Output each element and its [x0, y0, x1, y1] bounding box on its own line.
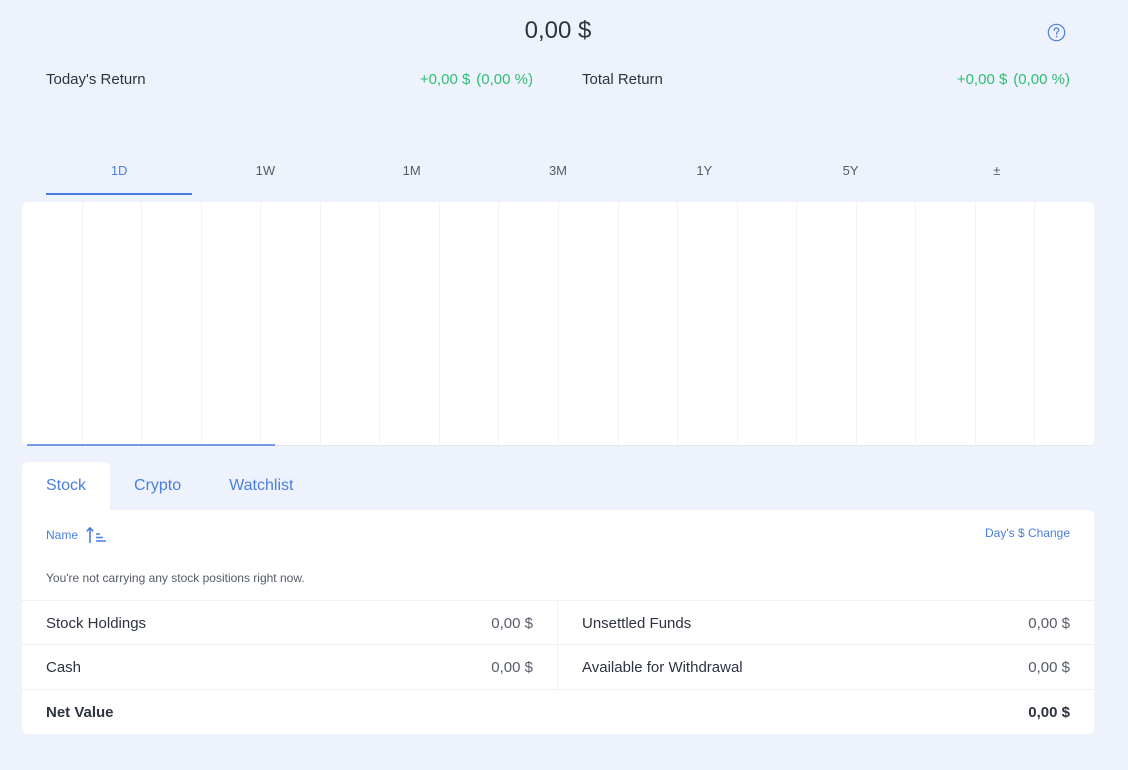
- tab-5y[interactable]: 5Y: [777, 150, 923, 195]
- portfolio-chart[interactable]: [22, 202, 1094, 446]
- empty-positions-message: You're not carrying any stock positions …: [46, 571, 305, 585]
- tab-watchlist[interactable]: Watchlist: [205, 462, 317, 510]
- total-return-amount: +0,00 $: [956, 71, 1008, 88]
- today-return-value: +0,00 $ (0,00 %): [380, 71, 533, 88]
- name-sort-header[interactable]: Name: [46, 526, 107, 544]
- today-return-amount: +0,00 $: [419, 71, 471, 88]
- net-value-label: Net Value: [46, 704, 114, 721]
- sort-ascending-icon: [86, 527, 107, 543]
- tab-stock[interactable]: Stock: [22, 462, 111, 510]
- divider: [22, 689, 1094, 690]
- name-header-label: Name: [46, 528, 79, 542]
- tab-3m[interactable]: 3M: [485, 150, 631, 195]
- total-return-percent: (0,00 %): [1013, 71, 1070, 88]
- column-divider: [557, 600, 558, 689]
- today-return-percent: (0,00 %): [476, 71, 533, 88]
- tab-1w[interactable]: 1W: [192, 150, 338, 195]
- total-return-value: +0,00 $ (0,00 %): [917, 71, 1070, 88]
- holdings-panel: Name Day's $ Change You're not carrying …: [22, 510, 1094, 734]
- day-change-header[interactable]: Day's $ Change: [985, 526, 1070, 540]
- stock-holdings-label: Stock Holdings: [46, 615, 147, 632]
- today-return-label: Today's Return: [46, 71, 146, 88]
- chart-canvas: [22, 202, 1094, 446]
- tab-1y[interactable]: 1Y: [631, 150, 777, 195]
- available-withdrawal-label: Available for Withdrawal: [582, 659, 743, 676]
- total-return-label: Total Return: [582, 71, 663, 88]
- tab-1m[interactable]: 1M: [339, 150, 485, 195]
- tab-custom-range[interactable]: ±: [924, 150, 1070, 195]
- tab-crypto[interactable]: Crypto: [110, 462, 205, 510]
- time-range-tabs: 1D 1W 1M 3M 1Y 5Y ±: [46, 150, 1070, 195]
- cash-label: Cash: [46, 659, 82, 676]
- stock-holdings-value: 0,00 $: [491, 615, 533, 632]
- divider: [22, 644, 1094, 645]
- unsettled-funds-label: Unsettled Funds: [582, 615, 692, 632]
- portfolio-total-value: 0,00 $: [524, 17, 592, 44]
- net-value-amount: 0,00 $: [1028, 704, 1070, 721]
- tab-1d[interactable]: 1D: [46, 150, 193, 195]
- available-withdrawal-value: 0,00 $: [1028, 659, 1070, 676]
- cash-value: 0,00 $: [491, 659, 533, 676]
- divider: [22, 600, 1094, 601]
- help-circle-icon[interactable]: [1047, 23, 1066, 42]
- holdings-tabs: Stock Crypto Watchlist: [22, 462, 317, 510]
- unsettled-funds-value: 0,00 $: [1028, 615, 1070, 632]
